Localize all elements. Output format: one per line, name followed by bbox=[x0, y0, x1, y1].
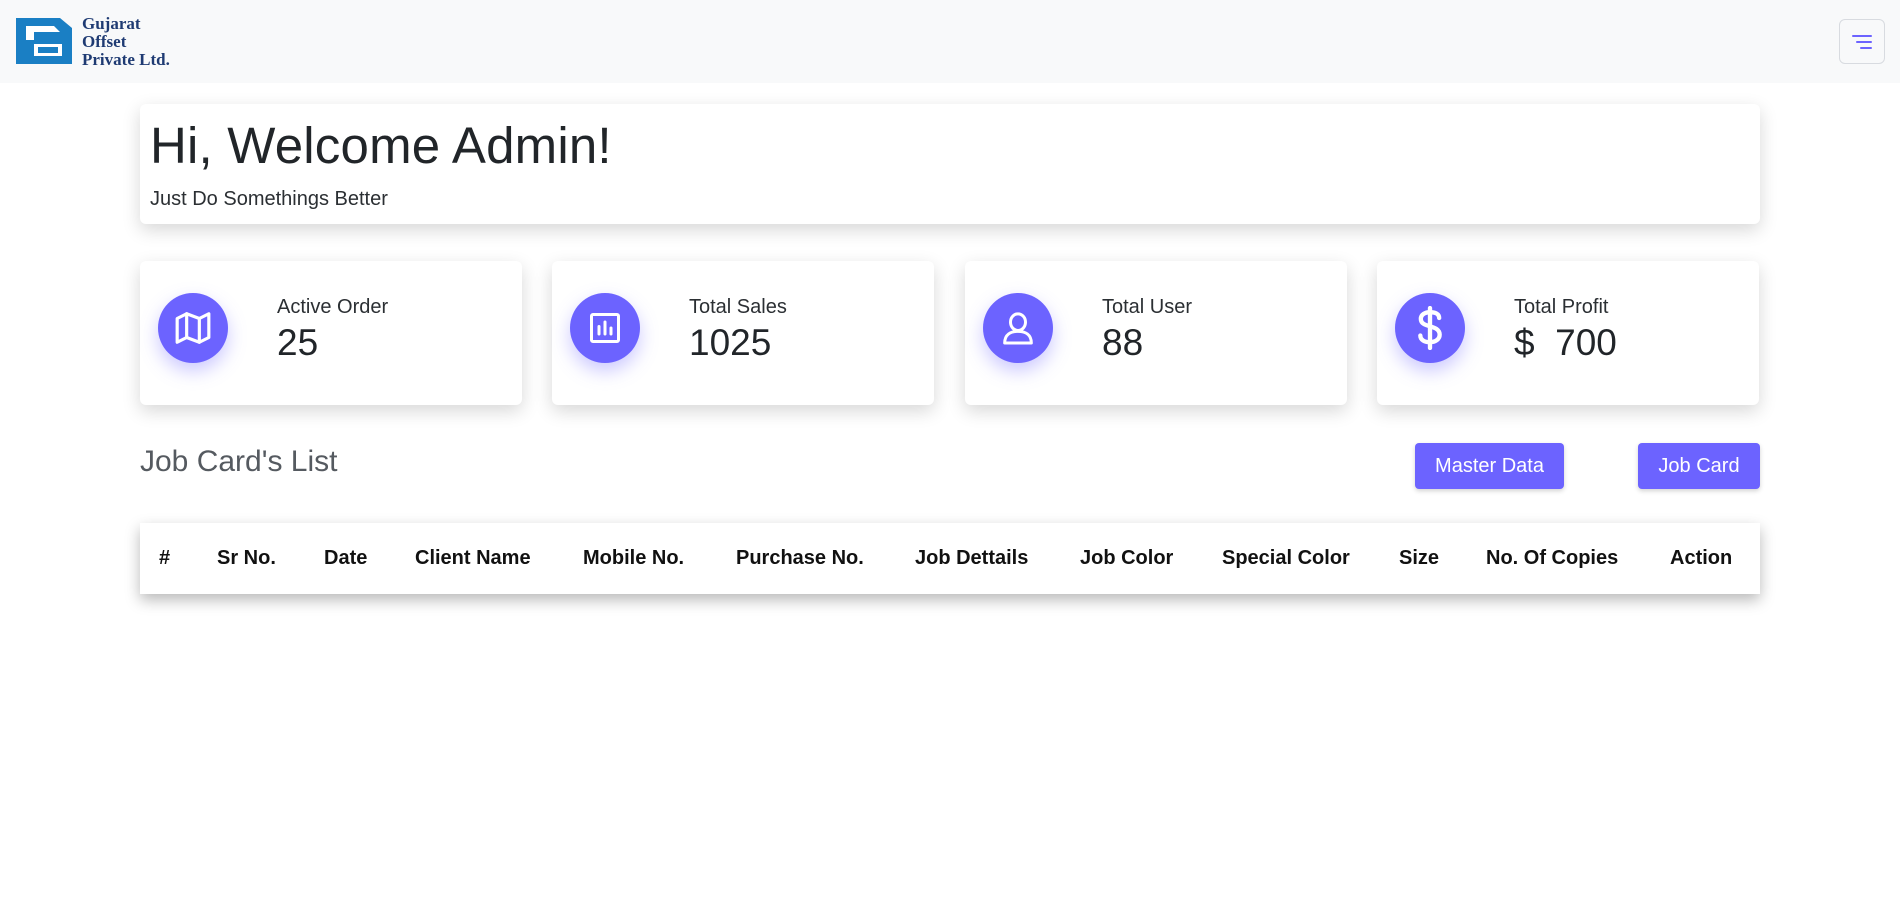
stat-label: Total Sales bbox=[689, 296, 787, 318]
stat-icon-badge bbox=[1395, 293, 1465, 363]
column-header-date[interactable]: Date bbox=[324, 523, 367, 594]
menu-lines-icon bbox=[1852, 34, 1872, 49]
navbar-toggle-button[interactable] bbox=[1839, 19, 1885, 64]
welcome-subtitle: Just Do Somethings Better bbox=[150, 188, 388, 210]
column-header-special-color[interactable]: Special Color bbox=[1222, 523, 1350, 594]
stat-label: Total User bbox=[1102, 296, 1193, 318]
stat-icon-badge bbox=[983, 293, 1053, 363]
stat-icon-badge bbox=[570, 293, 640, 363]
company-name: Gujarat Offset Private Ltd. bbox=[82, 15, 170, 69]
bar-chart-icon bbox=[590, 313, 620, 343]
stat-card-total-user: Total User 88 bbox=[965, 261, 1347, 405]
stat-value: $ 700 bbox=[1514, 322, 1617, 363]
column-header-size[interactable]: Size bbox=[1399, 523, 1439, 594]
top-navbar: Gujarat Offset Private Ltd. bbox=[0, 0, 1900, 83]
stat-card-total-sales: Total Sales 1025 bbox=[552, 261, 934, 405]
stat-label: Active Order bbox=[277, 296, 389, 318]
job-card-button[interactable]: Job Card bbox=[1638, 443, 1760, 489]
column-header-client-name[interactable]: Client Name bbox=[415, 523, 531, 594]
company-logo-icon bbox=[16, 18, 72, 64]
job-cards-table: # Sr No. Date Client Name Mobile No. Pur… bbox=[140, 523, 1760, 594]
column-header-job-color[interactable]: Job Color bbox=[1080, 523, 1173, 594]
job-cards-title: Job Card's List bbox=[140, 445, 338, 478]
stat-card-active-order: Active Order 25 bbox=[140, 261, 522, 405]
stat-card-total-profit: Total Profit $ 700 bbox=[1377, 261, 1759, 405]
dollar-icon bbox=[1418, 306, 1442, 350]
column-header-sr-no[interactable]: Sr No. bbox=[217, 523, 276, 594]
column-header-action[interactable]: Action bbox=[1670, 523, 1732, 594]
company-name-line-1: Gujarat bbox=[82, 14, 141, 33]
column-header-mobile-no[interactable]: Mobile No. bbox=[583, 523, 684, 594]
brand-logo-link[interactable]: Gujarat Offset Private Ltd. bbox=[14, 14, 170, 69]
stat-icon-badge bbox=[158, 293, 228, 363]
stat-value: 25 bbox=[277, 322, 319, 363]
stat-label: Total Profit bbox=[1514, 296, 1609, 318]
column-header-no-of-copies[interactable]: No. Of Copies bbox=[1486, 523, 1618, 594]
welcome-card: Hi, Welcome Admin! Just Do Somethings Be… bbox=[140, 104, 1760, 224]
welcome-title: Hi, Welcome Admin! bbox=[150, 117, 612, 174]
master-data-button[interactable]: Master Data bbox=[1415, 443, 1564, 489]
stat-value: 88 bbox=[1102, 322, 1144, 363]
column-header-job-details[interactable]: Job Dettails bbox=[915, 523, 1028, 594]
user-icon bbox=[1003, 312, 1033, 345]
company-name-line-2: Offset bbox=[82, 32, 127, 51]
column-header-purchase-no[interactable]: Purchase No. bbox=[736, 523, 864, 594]
stat-value: 1025 bbox=[689, 322, 772, 363]
company-name-line-3: Private Ltd. bbox=[82, 50, 170, 69]
map-icon bbox=[175, 312, 211, 344]
column-header-index[interactable]: # bbox=[159, 523, 170, 594]
